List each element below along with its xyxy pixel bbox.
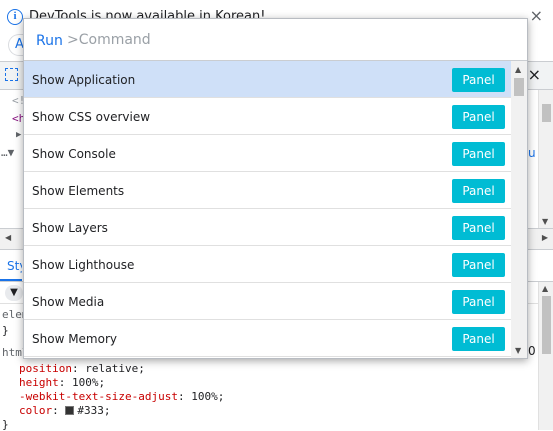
scroll-down-icon[interactable]: ▼ [515, 346, 521, 355]
command-item[interactable]: Show Application Panel [24, 61, 511, 98]
more-icon[interactable]: …▼ [1, 146, 14, 159]
command-list: Show Application Panel Show CSS overview… [24, 61, 511, 358]
panel-badge: Panel [452, 216, 505, 240]
close-icon[interactable]: × [530, 6, 543, 25]
elements-badge: u [528, 146, 536, 160]
expand-icon[interactable]: ▶ [16, 130, 21, 140]
css-property[interactable]: position [19, 362, 72, 375]
command-item[interactable]: Show Lighthouse Panel [24, 246, 511, 283]
css-property[interactable]: height [19, 376, 59, 389]
styles-scrollbar[interactable]: ▲ [538, 282, 553, 430]
scroll-down-icon[interactable]: ▼ [542, 217, 548, 226]
command-input[interactable] [67, 29, 507, 51]
panel-badge: Panel [452, 105, 505, 129]
panel-badge: Panel [452, 290, 505, 314]
css-property[interactable]: -webkit-text-size-adjust [19, 390, 178, 403]
command-menu: Run Show Application Panel Show CSS over… [23, 18, 528, 359]
css-value[interactable]: 100%; [191, 390, 224, 403]
css-declaration[interactable]: height: 100%; [19, 376, 105, 389]
command-item-label: Show CSS overview [32, 110, 151, 124]
css-property[interactable]: color [19, 404, 52, 417]
scroll-right-icon[interactable]: ▶ [542, 233, 548, 242]
css-value[interactable]: #333; [77, 404, 110, 417]
command-item-label: Show Layers [32, 221, 108, 235]
command-item[interactable]: Show Memory Panel [24, 320, 511, 357]
command-prefix: Run [36, 33, 63, 49]
panel-badge: Panel [452, 68, 505, 92]
command-item[interactable]: Show CSS overview Panel [24, 98, 511, 135]
scrollbar-thumb[interactable] [542, 104, 551, 122]
command-item[interactable]: Show Elements Panel [24, 172, 511, 209]
color-swatch[interactable] [65, 406, 75, 415]
command-item-label: Show Elements [32, 184, 125, 198]
info-icon: i [7, 9, 23, 25]
command-list-scrollbar[interactable]: ▲ ▼ [511, 61, 527, 358]
filter-icon[interactable]: ▼ [5, 285, 23, 301]
scroll-up-icon[interactable]: ▲ [515, 65, 521, 74]
command-item-label: Show Console [32, 147, 116, 161]
command-item-label: Show Application [32, 73, 136, 87]
panel-badge: Panel [452, 253, 505, 277]
side-value: 0 [528, 344, 536, 358]
panel-badge: Panel [452, 327, 505, 351]
scrollbar-thumb[interactable] [514, 78, 524, 96]
command-item-label: Show Lighthouse [32, 258, 135, 272]
css-value[interactable]: relative; [85, 362, 145, 375]
scroll-up-icon[interactable]: ▲ [542, 284, 548, 293]
command-item-label: Show Memory [32, 332, 117, 346]
rule-close: } [2, 324, 9, 337]
command-item[interactable]: Show Console Panel [24, 135, 511, 172]
command-item-label: Show Media [32, 295, 105, 309]
css-declaration[interactable]: color: #333; [19, 404, 111, 417]
command-input-row: Run [24, 19, 527, 61]
css-value[interactable]: 100%; [72, 376, 105, 389]
css-declaration[interactable]: position: relative; [19, 362, 145, 375]
inspect-element-icon[interactable] [5, 68, 18, 81]
command-item[interactable]: Show Layers Panel [24, 209, 511, 246]
scrollbar-thumb[interactable] [542, 296, 551, 354]
rule-close: } [2, 418, 9, 431]
elements-scrollbar[interactable]: ▼ [538, 90, 553, 228]
panel-badge: Panel [452, 142, 505, 166]
close-devtools-icon[interactable]: × [528, 65, 541, 84]
css-declaration[interactable]: -webkit-text-size-adjust: 100%; [19, 390, 224, 403]
scroll-left-icon[interactable]: ◀ [5, 233, 11, 242]
tab-styles[interactable]: Sty [0, 250, 22, 281]
panel-badge: Panel [452, 179, 505, 203]
command-item[interactable]: Show Media Panel [24, 283, 511, 320]
